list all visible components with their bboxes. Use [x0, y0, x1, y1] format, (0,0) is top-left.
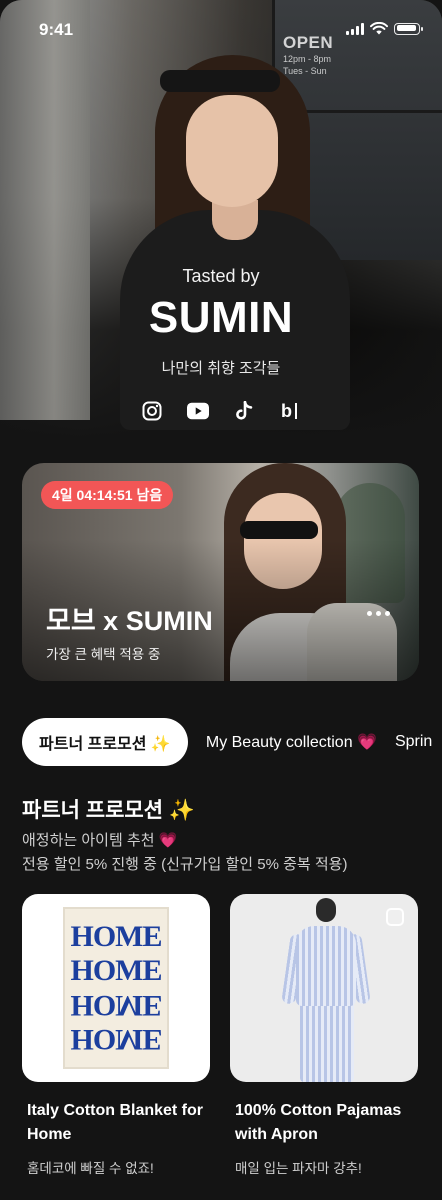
- product-name[interactable]: Italy Cotton Blanket for Home: [22, 1099, 210, 1147]
- blanket-print-text-mirrored: HOME: [70, 1023, 162, 1056]
- social-links: b: [0, 400, 442, 422]
- battery-icon: [394, 22, 423, 35]
- promotion-banner-card[interactable]: 4일 04:14:51 남음 모브 x SUMIN 가장 큰 혜택 적용 중: [22, 463, 419, 681]
- section-title: 파트너 프로모션 ✨: [22, 799, 196, 822]
- promotion-title: 모브 x SUMIN: [46, 606, 213, 636]
- product-image[interactable]: HOME HOME HOME HOME: [22, 894, 210, 1082]
- cellular-signal-icon: [346, 22, 364, 35]
- tiktok-icon[interactable]: [233, 400, 255, 422]
- section-description: 애정하는 아이템 추천 💗 전용 할인 5% 진행 중 (신규가입 할인 5% …: [22, 829, 347, 877]
- promotion-subtitle: 가장 큰 혜택 적용 중: [46, 647, 161, 662]
- tab-spring[interactable]: Sprin: [395, 718, 432, 766]
- select-checkbox[interactable]: [178, 908, 196, 926]
- section-description-line: 애정하는 아이템 추천 💗: [22, 832, 178, 849]
- more-options-icon[interactable]: [367, 606, 393, 620]
- select-checkbox[interactable]: [386, 908, 404, 926]
- product-image[interactable]: [230, 894, 418, 1082]
- product-description: 홈데코에 빠질 수 없죠!: [27, 1161, 154, 1176]
- product-description: 매일 입는 파자마 강추!: [235, 1161, 362, 1176]
- collection-tabs: 파트너 프로모션 ✨ My Beauty collection 💗 Sprin: [22, 718, 432, 766]
- product-card[interactable]: HOME HOME HOME HOME Italy Cotton Blanket…: [22, 894, 210, 1177]
- blanket-print-text-mirrored: HOME: [70, 989, 162, 1022]
- instagram-icon[interactable]: [141, 400, 163, 422]
- tab-my-beauty-collection[interactable]: My Beauty collection 💗: [206, 718, 377, 766]
- pajama-image-model-head: [316, 898, 336, 922]
- tasted-by-label: Tasted by: [182, 266, 260, 286]
- creator-photo-face: [186, 95, 278, 207]
- svg-text:b: b: [281, 401, 292, 421]
- product-name[interactable]: 100% Cotton Pajamas with Apron: [230, 1099, 418, 1147]
- tab-partner-promotion[interactable]: 파트너 프로모션 ✨: [22, 718, 188, 766]
- countdown-badge: 4일 04:14:51 남음: [41, 481, 174, 509]
- blanket-image: HOME HOME HOME HOME: [63, 907, 169, 1069]
- blog-icon[interactable]: b: [279, 400, 301, 422]
- status-bar-time: 9:41: [39, 20, 74, 39]
- wifi-icon: [370, 22, 388, 35]
- status-bar-icons: [346, 22, 423, 35]
- pajama-image-top: [296, 926, 356, 1006]
- creator-tagline: 나만의 취향 조각들: [161, 360, 281, 377]
- creator-name: SUMIN: [148, 293, 294, 342]
- pajama-image-pants: [300, 1002, 354, 1082]
- blanket-print-text: HOME: [70, 920, 163, 953]
- creator-photo-sunglasses: [160, 70, 280, 92]
- youtube-icon[interactable]: [187, 400, 209, 422]
- blanket-print-text: HOME: [70, 954, 163, 987]
- section-description-line: 전용 할인 5% 진행 중 (신규가입 할인 5% 중복 적용): [22, 856, 348, 873]
- product-card[interactable]: 100% Cotton Pajamas with Apron 매일 입는 파자마…: [230, 894, 418, 1177]
